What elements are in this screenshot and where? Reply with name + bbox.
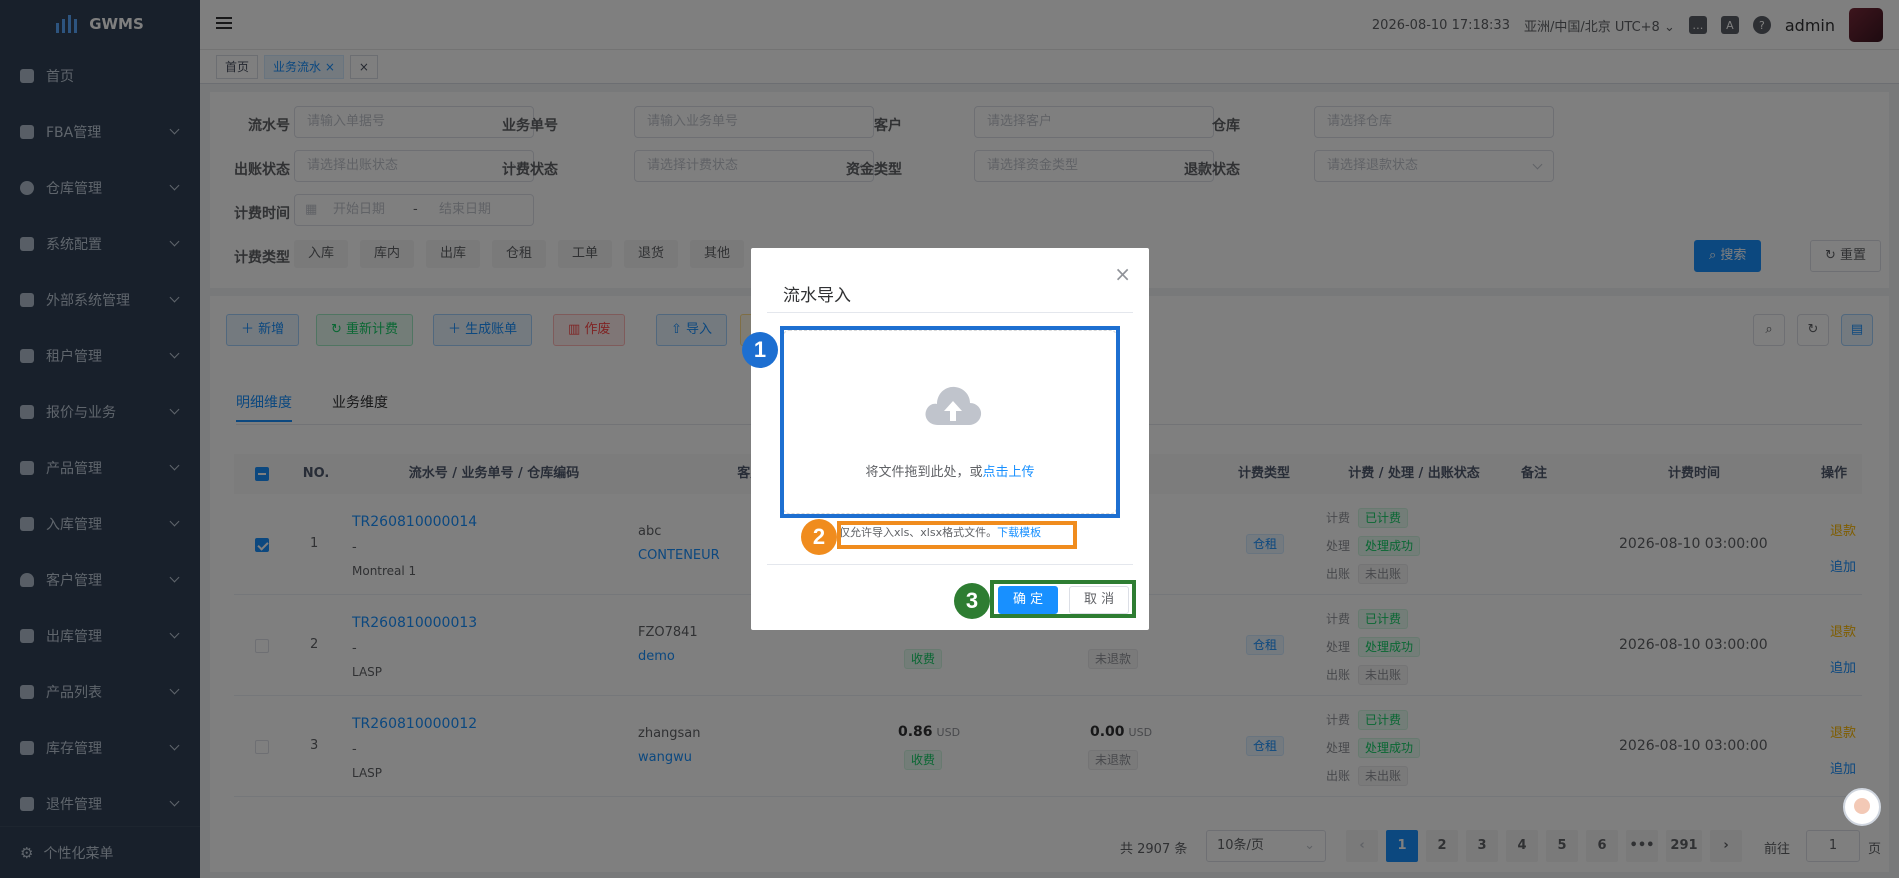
- annotation-frame: [780, 326, 1120, 518]
- annotation-frame: [837, 521, 1077, 549]
- dialog-divider: [767, 564, 1133, 565]
- annotation-frame: [990, 580, 1136, 618]
- close-icon[interactable]: ×: [1114, 262, 1131, 286]
- annotation-badge: 3: [954, 583, 990, 619]
- dialog-divider: [767, 312, 1133, 313]
- assistant-avatar[interactable]: [1843, 788, 1881, 826]
- annotation-badge: 1: [742, 332, 778, 368]
- annotation-badge: 2: [801, 519, 837, 555]
- dialog-title: 流水导入: [783, 286, 851, 306]
